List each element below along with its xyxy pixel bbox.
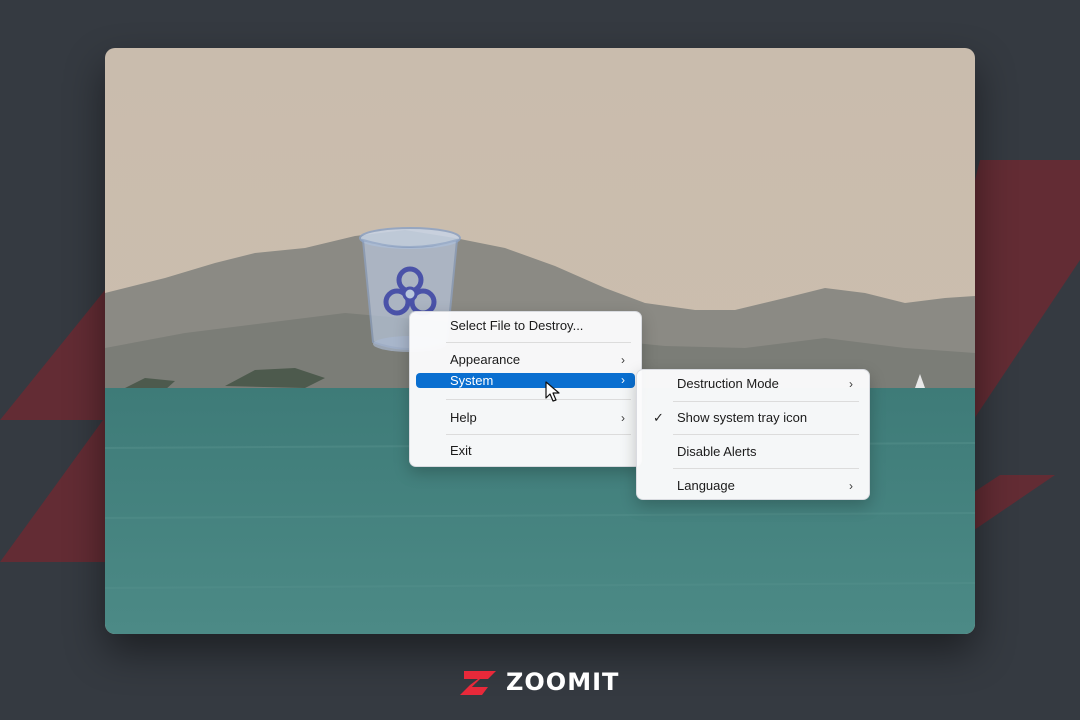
menu-item-label: System bbox=[450, 373, 494, 388]
menu-item-select-file[interactable]: Select File to Destroy... bbox=[416, 314, 635, 338]
menu-item-label: Appearance bbox=[450, 352, 521, 367]
menu-separator bbox=[673, 401, 859, 402]
menu-item-system[interactable]: System › bbox=[416, 373, 635, 388]
menu-item-help[interactable]: Help › bbox=[416, 406, 635, 430]
system-submenu: Destruction Mode › ✓ Show system tray ic… bbox=[636, 369, 870, 500]
checkmark-icon: ✓ bbox=[653, 410, 664, 425]
menu-separator bbox=[673, 468, 859, 469]
menu-item-label: Destruction Mode bbox=[677, 376, 779, 391]
submenu-item-language[interactable]: Language › bbox=[643, 474, 863, 498]
desktop-screenshot: Select File to Destroy... Appearance › S… bbox=[105, 48, 975, 634]
menu-item-label: Exit bbox=[450, 443, 472, 458]
menu-item-label: Language bbox=[677, 478, 735, 493]
menu-item-label: Disable Alerts bbox=[677, 444, 757, 459]
menu-item-appearance[interactable]: Appearance › bbox=[416, 348, 635, 372]
menu-separator bbox=[673, 434, 859, 435]
chevron-right-icon: › bbox=[621, 353, 625, 367]
chevron-right-icon: › bbox=[849, 479, 853, 493]
menu-item-label: Show system tray icon bbox=[677, 410, 808, 425]
chevron-right-icon: › bbox=[621, 373, 625, 387]
menu-item-exit[interactable]: Exit bbox=[416, 439, 635, 463]
zoomit-logo: ZOOMIT bbox=[460, 668, 630, 697]
context-menu: Select File to Destroy... Appearance › S… bbox=[409, 311, 642, 467]
menu-separator bbox=[446, 342, 631, 343]
submenu-item-disable-alerts[interactable]: Disable Alerts bbox=[643, 440, 863, 464]
menu-item-label: Help bbox=[450, 410, 477, 425]
menu-item-label: Select File to Destroy... bbox=[450, 318, 584, 333]
chevron-right-icon: › bbox=[621, 411, 625, 425]
mouse-pointer-icon bbox=[545, 381, 560, 402]
chevron-right-icon: › bbox=[849, 377, 853, 391]
menu-separator bbox=[446, 399, 631, 400]
submenu-item-destruction-mode[interactable]: Destruction Mode › bbox=[643, 372, 863, 396]
menu-separator bbox=[446, 434, 631, 435]
submenu-item-show-tray-icon[interactable]: ✓ Show system tray icon bbox=[643, 406, 863, 430]
zoomit-z-mark-icon bbox=[460, 671, 496, 695]
logo-text: ZOOMIT bbox=[506, 668, 620, 696]
